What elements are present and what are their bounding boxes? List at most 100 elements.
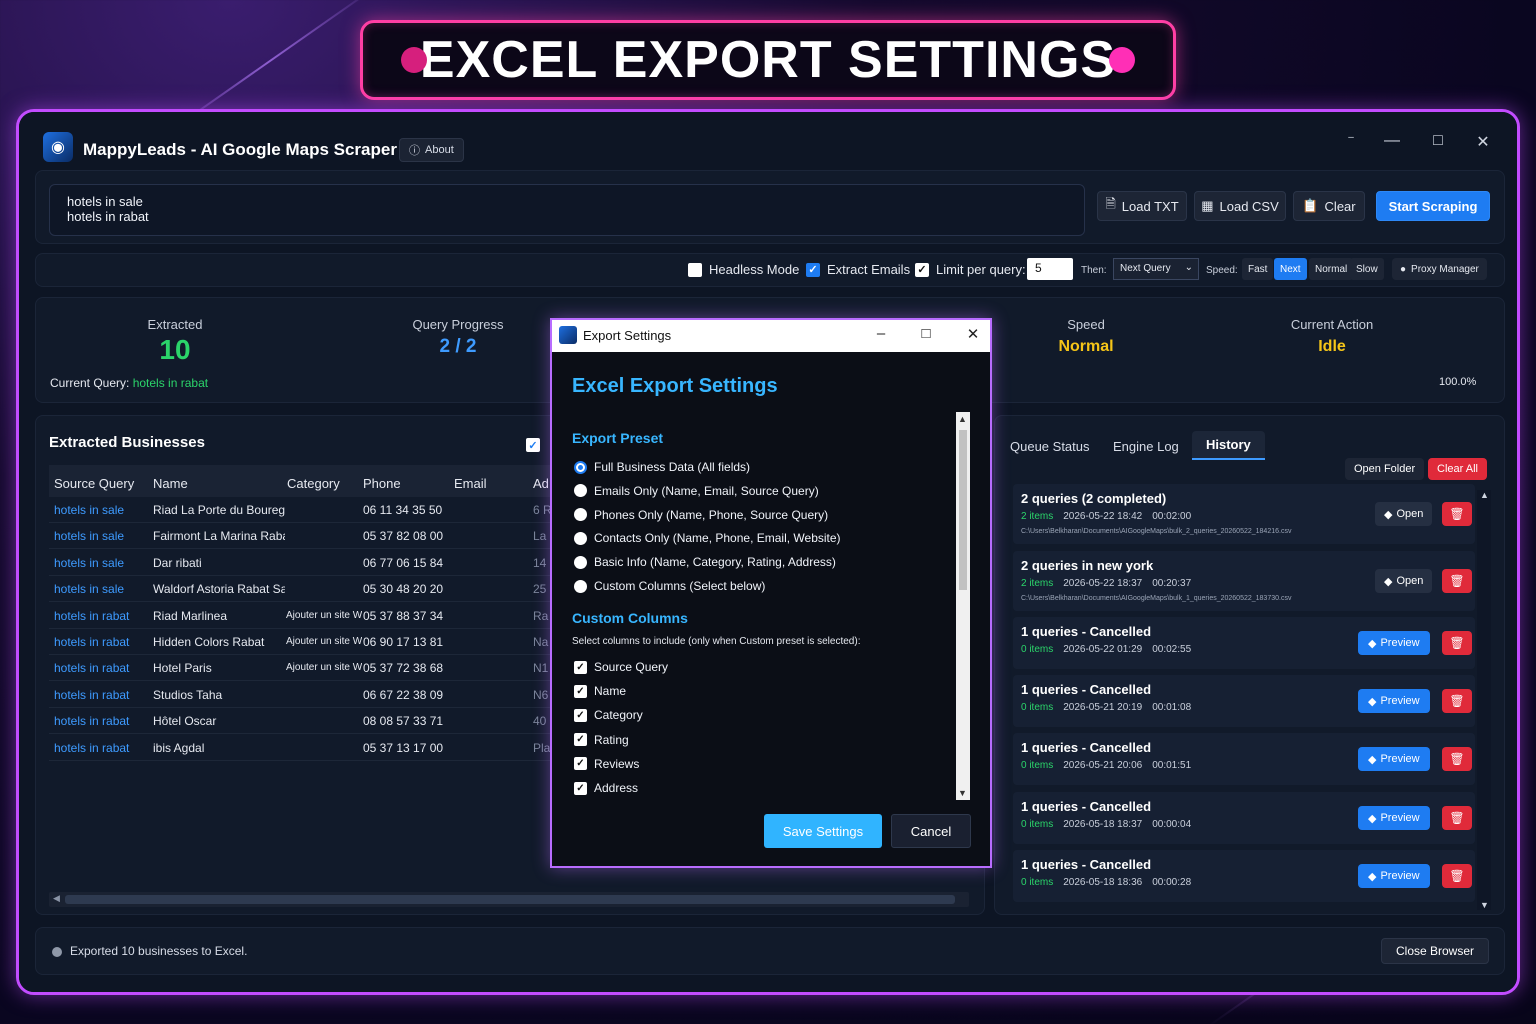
- load-txt-button[interactable]: 🗎 Load TXT: [1097, 191, 1187, 221]
- minimize-icon[interactable]: –: [871, 325, 891, 342]
- history-meta: 0 items 2026-05-22 01:29 00:02:55: [1021, 644, 1191, 655]
- delete-icon[interactable]: 🗑: [1442, 502, 1472, 526]
- cancel-button[interactable]: Cancel: [891, 814, 971, 848]
- extract-emails-checkbox[interactable]: ✓ Extract Emails: [806, 262, 910, 277]
- table-row[interactable]: hotels in rabat Hidden Colors Rabat Ajoute…: [49, 629, 565, 655]
- table-row[interactable]: hotels in sale Riad La Porte du Bouregre 0…: [49, 497, 565, 523]
- column-checkbox[interactable]: ✓ Address: [574, 781, 638, 795]
- queries-textarea[interactable]: hotels in sale hotels in rabat: [49, 184, 1085, 236]
- history-preview-button[interactable]: ◆ Preview: [1358, 806, 1430, 830]
- history-duration: 00:02:55: [1152, 644, 1192, 655]
- minimize-icon[interactable]: –: [1336, 132, 1366, 143]
- column-label: Reviews: [594, 756, 640, 771]
- column-header[interactable]: Ad: [533, 476, 549, 491]
- table-row[interactable]: hotels in rabat Hotel Paris Ajouter un sit…: [49, 655, 565, 682]
- delete-icon[interactable]: 🗑: [1442, 747, 1472, 771]
- dialog-titlebar[interactable]: Export Settings – □ ✕: [552, 320, 990, 352]
- preset-radio[interactable]: Basic Info (Name, Category, Rating, Addr…: [574, 555, 836, 569]
- preset-label: Custom Columns (Select below): [594, 579, 766, 593]
- restore-down-icon[interactable]: —: [1377, 132, 1407, 150]
- speed-normal-button[interactable]: Normal: [1309, 258, 1354, 280]
- preset-radio[interactable]: Phones Only (Name, Phone, Source Query): [574, 508, 828, 522]
- start-scraping-button[interactable]: Start Scraping: [1376, 191, 1490, 221]
- clear-button[interactable]: 📋 Clear: [1293, 191, 1365, 221]
- delete-icon[interactable]: 🗑: [1442, 806, 1472, 830]
- maximize-icon[interactable]: □: [916, 325, 936, 342]
- scrollbar-thumb[interactable]: [65, 895, 955, 904]
- scroll-down-icon[interactable]: ▼: [1480, 900, 1489, 910]
- speed-fast-button[interactable]: Fast: [1242, 258, 1274, 280]
- radio-icon: [574, 484, 587, 498]
- proxy-manager-button[interactable]: ● Proxy Manager: [1392, 258, 1487, 280]
- preset-radio[interactable]: Emails Only (Name, Email, Source Query): [574, 484, 819, 498]
- tab-history[interactable]: History: [1192, 431, 1265, 460]
- delete-icon[interactable]: 🗑: [1442, 569, 1472, 593]
- select-all-checkbox[interactable]: ✓: [526, 438, 540, 452]
- delete-icon[interactable]: 🗑: [1442, 689, 1472, 713]
- column-checkbox[interactable]: ✓ Category: [574, 708, 643, 722]
- column-header[interactable]: Category: [287, 476, 340, 491]
- delete-icon[interactable]: 🗑: [1442, 631, 1472, 655]
- clipboard-icon: 📋: [1302, 198, 1319, 213]
- maximize-icon[interactable]: □: [1423, 132, 1453, 150]
- history-open-button[interactable]: ◆ Open: [1375, 502, 1433, 526]
- banner-dot-left: [401, 47, 427, 73]
- history-preview-button[interactable]: ◆ Preview: [1358, 689, 1430, 713]
- column-label: Source Query: [594, 660, 669, 674]
- preset-radio[interactable]: Custom Columns (Select below): [574, 579, 765, 593]
- open-folder-button[interactable]: Open Folder: [1345, 458, 1425, 480]
- scroll-up-icon[interactable]: ▲: [1480, 490, 1489, 500]
- headless-mode-checkbox[interactable]: Headless Mode: [688, 262, 799, 277]
- limit-input[interactable]: 5: [1027, 258, 1073, 280]
- column-header[interactable]: Email: [454, 476, 487, 491]
- scroll-left-icon[interactable]: ◀: [53, 893, 60, 904]
- source-query-cell: hotels in sale: [54, 503, 125, 517]
- preset-radio[interactable]: Full Business Data (All fields): [574, 460, 750, 474]
- scroll-down-icon[interactable]: ▼: [958, 788, 967, 798]
- load-csv-button[interactable]: ▦ Load CSV: [1194, 191, 1286, 221]
- scrollbar-thumb[interactable]: [959, 430, 967, 590]
- clear-all-button[interactable]: Clear All: [1428, 458, 1487, 480]
- chevron-down-icon: ⌄: [1184, 262, 1193, 273]
- column-checkbox[interactable]: ✓ Rating: [574, 733, 629, 747]
- table-row[interactable]: hotels in sale Waldorf Astoria Rabat Salé…: [49, 576, 565, 603]
- phone-cell: 05 30 48 20 20: [363, 582, 444, 597]
- table-row[interactable]: hotels in sale Dar ribati 06 77 06 15 84 14: [49, 550, 565, 576]
- speed-slow-button[interactable]: Slow: [1350, 258, 1384, 280]
- checkbox-checked-icon: ✓: [574, 708, 587, 722]
- column-header[interactable]: Source Query: [54, 476, 134, 491]
- history-preview-button[interactable]: ◆ Preview: [1358, 864, 1430, 888]
- history-scrollbar[interactable]: ▲ ▼: [1477, 490, 1491, 910]
- horizontal-scrollbar[interactable]: ◀: [49, 892, 969, 907]
- history-open-button[interactable]: ◆ Open: [1375, 569, 1433, 593]
- dialog-scrollbar[interactable]: ▲ ▼: [956, 412, 970, 800]
- table-row[interactable]: hotels in rabat ibis Agdal 05 37 13 17 00 P…: [49, 735, 565, 761]
- about-button[interactable]: ⓘ About: [399, 138, 464, 162]
- column-header[interactable]: Name: [153, 476, 188, 491]
- speed-stat-value: Normal: [1058, 338, 1114, 355]
- close-browser-button[interactable]: Close Browser: [1381, 938, 1489, 964]
- table-row[interactable]: hotels in sale Fairmont La Marina Rabat- 0…: [49, 523, 565, 550]
- delete-icon[interactable]: 🗑: [1442, 864, 1472, 888]
- save-settings-button[interactable]: Save Settings: [764, 814, 882, 848]
- preset-radio[interactable]: Contacts Only (Name, Phone, Email, Websi…: [574, 531, 841, 545]
- table-row[interactable]: hotels in rabat Riad Marlinea Ajouter un s…: [49, 603, 565, 629]
- limit-per-query-checkbox[interactable]: ✓ Limit per query:: [915, 262, 1026, 277]
- table-row[interactable]: hotels in rabat Studios Taha 06 67 22 38 0…: [49, 682, 565, 708]
- column-checkbox[interactable]: ✓ Name: [574, 684, 626, 698]
- column-checkbox[interactable]: ✓ Reviews: [574, 757, 639, 771]
- close-icon[interactable]: ✕: [1468, 132, 1498, 152]
- preview-label: Preview: [1380, 870, 1420, 882]
- close-icon[interactable]: ✕: [963, 325, 983, 343]
- speed-next-button[interactable]: Next: [1274, 258, 1307, 280]
- custom-columns-heading: Custom Columns: [572, 610, 688, 626]
- column-checkbox[interactable]: ✓ Source Query: [574, 660, 668, 674]
- column-header[interactable]: Phone: [363, 476, 401, 491]
- scroll-up-icon[interactable]: ▲: [958, 414, 967, 424]
- table-row[interactable]: hotels in rabat Hôtel Oscar 08 08 57 33 71…: [49, 708, 565, 735]
- then-select[interactable]: Next Query ⌄: [1113, 258, 1199, 280]
- tab-engine-log[interactable]: Engine Log: [1113, 439, 1179, 454]
- history-preview-button[interactable]: ◆ Preview: [1358, 747, 1430, 771]
- history-preview-button[interactable]: ◆ Preview: [1358, 631, 1430, 655]
- tab-queue-status[interactable]: Queue Status: [1010, 439, 1090, 454]
